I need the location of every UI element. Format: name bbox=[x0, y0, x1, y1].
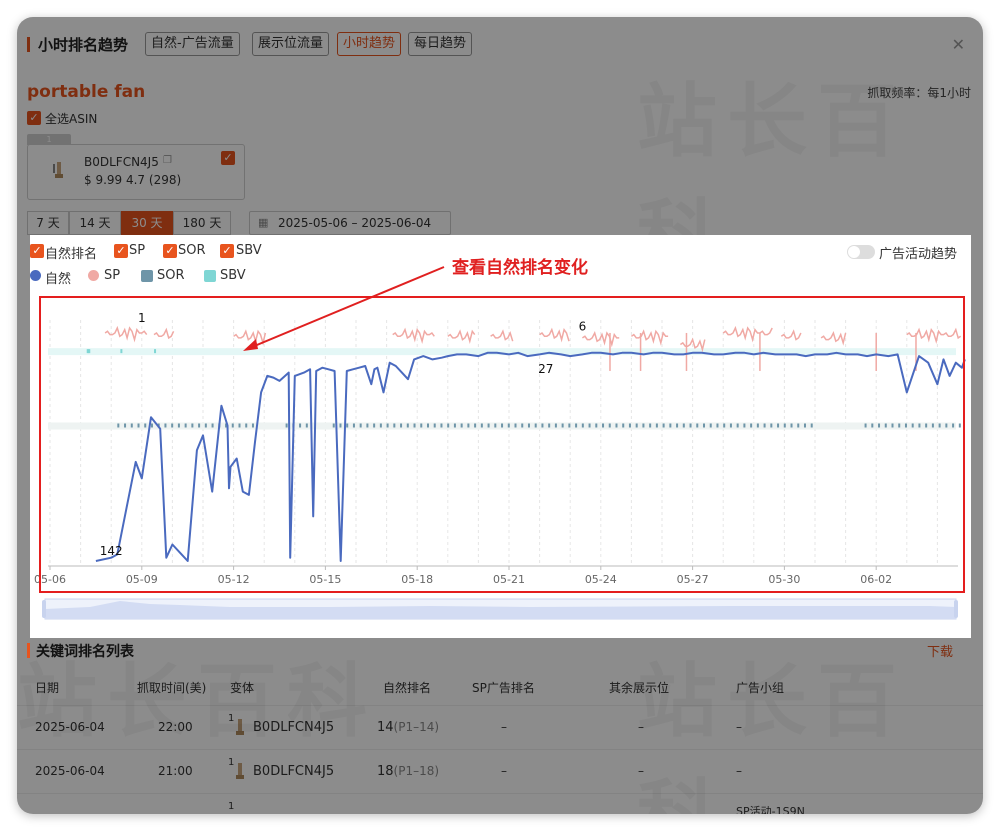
chart-panel: ✓ 自然排名 ✓ SP ✓ SOR ✓ SBV 广告活动趋势 自然 SP SOR… bbox=[30, 235, 971, 638]
hourly-rank-dialog: 站长百科 站长百科 站长百科 小时排名趋势 自然-广告流量 展示位流量 小时趋势… bbox=[17, 17, 983, 814]
zoom-handle-left bbox=[42, 600, 46, 618]
zoom-handle-right bbox=[954, 600, 958, 618]
date-range-text: 2025-05-06 – 2025-06-04 bbox=[278, 216, 432, 230]
copy-icon[interactable]: ❐ bbox=[163, 155, 172, 166]
cell-asin[interactable]: B0DLFCN4J5 bbox=[253, 764, 334, 779]
rank-page: (P1–14) bbox=[393, 720, 440, 734]
tab-organic-ad-traffic[interactable]: 自然-广告流量 bbox=[145, 32, 240, 56]
rank-page: (P1–18) bbox=[393, 764, 440, 778]
col-sp-rank: SP广告排名 bbox=[472, 681, 535, 695]
cell-sp-rank: – bbox=[501, 720, 507, 734]
cell-date: 2025-06-04 bbox=[35, 764, 105, 778]
rank-value: 18 bbox=[377, 764, 394, 779]
tab-hourly-trend[interactable]: 小时趋势 bbox=[337, 32, 402, 56]
keyword-title: portable fan bbox=[27, 82, 146, 102]
watermark: 站长百科 bbox=[637, 637, 983, 814]
range-30d[interactable]: 30 天 bbox=[121, 211, 173, 235]
asin-price-rating: $ 9.99 4.7 (298) bbox=[84, 173, 182, 187]
cell-organic-rank: 14(P1–14) bbox=[377, 720, 439, 735]
fan-thumbnail-icon bbox=[53, 162, 63, 178]
asin-checkbox[interactable]: ✓ bbox=[221, 151, 235, 165]
fan-thumbnail-icon bbox=[236, 763, 244, 779]
asin-card[interactable]: B0DLFCN4J5 ❐ $ 9.99 4.7 (298) ✓ bbox=[27, 144, 245, 200]
asin-code: B0DLFCN4J5 bbox=[84, 155, 159, 169]
annotation-highlight-box bbox=[39, 296, 965, 593]
cell-sp-rank: – bbox=[501, 764, 507, 778]
calendar-icon: ▦ bbox=[258, 216, 269, 229]
cell-variant-index: 1 bbox=[228, 801, 235, 812]
select-all-checkbox[interactable]: ✓ bbox=[27, 111, 41, 125]
close-icon[interactable]: ✕ bbox=[952, 35, 965, 54]
range-180d[interactable]: 180 天 bbox=[173, 211, 231, 235]
cell-organic-rank: 18(P1–18) bbox=[377, 764, 439, 779]
rank-value: 14 bbox=[377, 720, 394, 735]
col-organic-rank: 自然排名 bbox=[383, 681, 432, 695]
range-7d[interactable]: 7 天 bbox=[27, 211, 69, 235]
cell-time: 21:00 bbox=[158, 764, 193, 778]
tab-placement-traffic[interactable]: 展示位流量 bbox=[252, 32, 330, 56]
select-all-label: 全选ASIN bbox=[45, 112, 98, 126]
title-accent-bar bbox=[27, 37, 30, 52]
dialog-title: 小时排名趋势 bbox=[38, 36, 129, 54]
date-range-picker[interactable]: ▦ 2025-05-06 – 2025-06-04 bbox=[249, 211, 451, 235]
range-14d[interactable]: 14 天 bbox=[69, 211, 121, 235]
tab-daily-trend[interactable]: 每日趋势 bbox=[408, 32, 473, 56]
watermark: 站长百科 bbox=[17, 637, 377, 753]
table-title-accent bbox=[27, 643, 30, 658]
